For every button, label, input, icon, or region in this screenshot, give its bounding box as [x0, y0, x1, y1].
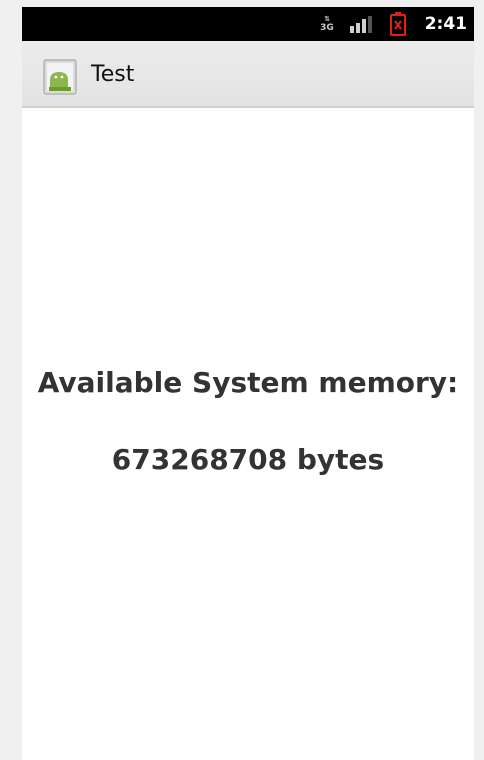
memory-label: Available System memory:	[37, 366, 459, 399]
network-3g-icon: ⇅ 3G	[320, 15, 334, 33]
status-bar: ⇅ 3G 2:41	[22, 7, 474, 41]
phone-screen: ⇅ 3G 2:41 Test Available System memory: …	[22, 7, 474, 760]
main-content: Available System memory: 673268708 bytes	[22, 108, 474, 760]
memory-value: 673268708 bytes	[111, 443, 385, 476]
battery-empty-icon	[390, 12, 406, 36]
signal-strength-icon	[350, 16, 372, 33]
app-title: Test	[91, 62, 135, 87]
android-app-icon[interactable]	[42, 58, 80, 96]
status-clock: 2:41	[424, 14, 467, 34]
action-bar: Test	[22, 41, 474, 108]
